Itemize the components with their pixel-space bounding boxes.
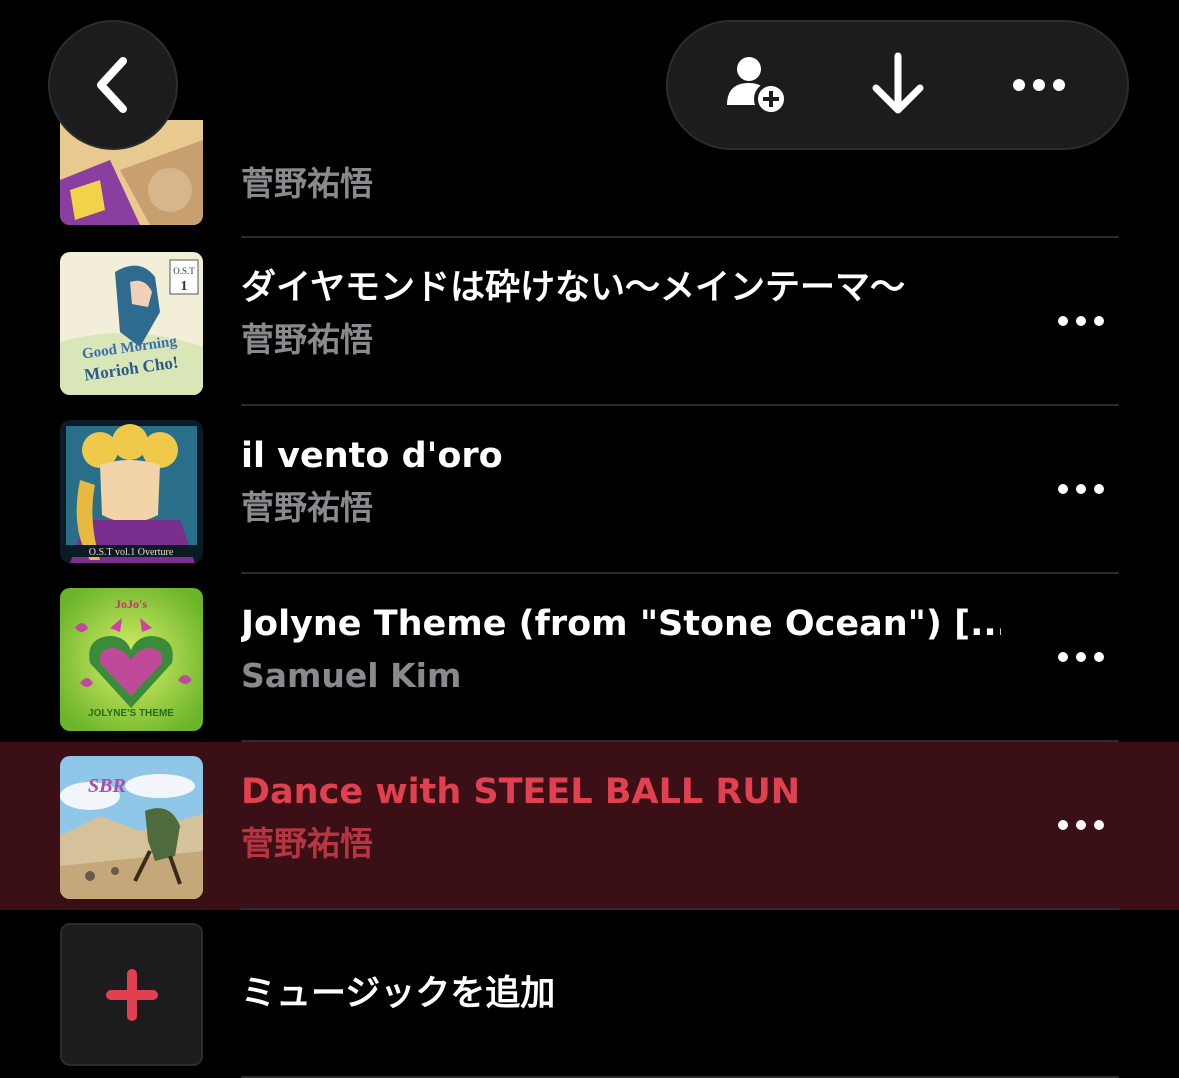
chevron-left-icon [97, 57, 127, 113]
track-title: ダイヤモンドは砕けない～メインテーマ～ [241, 268, 905, 308]
track-artist: 菅野祐悟 [241, 824, 373, 863]
svg-text:SBR: SBR [88, 775, 126, 797]
track-row[interactable]: O.S.T 1 Good Morning Morioh Cho! ダイヤモンドは… [0, 238, 1179, 406]
add-collaborator-button[interactable] [707, 35, 807, 135]
track-row-now-playing[interactable]: SBR Dance with STEEL BALL RUN 菅野祐悟 [0, 742, 1179, 910]
track-artist: 菅野祐悟 [241, 488, 373, 527]
more-options-button[interactable] [1058, 306, 1104, 336]
back-button[interactable] [48, 20, 178, 150]
person-add-icon [726, 57, 788, 116]
track-row[interactable]: JoJo's JOLYNE'S THEME Jolyne Theme (from… [0, 574, 1179, 742]
more-options-button[interactable] [1058, 474, 1104, 504]
track-artist: 菅野祐悟 [241, 320, 373, 359]
album-art-jolyne: JoJo's JOLYNE'S THEME [60, 588, 203, 731]
ellipsis-icon [1012, 79, 1065, 91]
track-artist: Samuel Kim [241, 656, 462, 695]
album-art-morioh-cho: O.S.T 1 Good Morning Morioh Cho! [60, 252, 203, 395]
plus-icon [105, 968, 158, 1021]
album-art-giorno: O.S.T vol.1 Overture [60, 420, 203, 563]
track-artist: 菅野祐悟 [241, 164, 373, 203]
add-music-button[interactable] [60, 923, 203, 1066]
svg-text:O.S.T vol.1 Overture: O.S.T vol.1 Overture [89, 547, 174, 558]
svg-text:1: 1 [181, 279, 188, 294]
more-options-button[interactable] [989, 35, 1089, 135]
track-title: Jolyne Theme (from "Stone Ocean") [... [241, 604, 1001, 644]
svg-text:JoJo's: JoJo's [115, 597, 147, 611]
add-music-label[interactable]: ミュージックを追加 [241, 972, 555, 1016]
track-title: il vento d'oro [241, 436, 503, 476]
track-title: Dance with STEEL BALL RUN [241, 772, 801, 812]
svg-text:JOLYNE'S THEME: JOLYNE'S THEME [88, 708, 174, 719]
more-options-button[interactable] [1058, 810, 1104, 840]
track-row[interactable]: O.S.T vol.1 Overture il vento d'oro 菅野祐悟 [0, 406, 1179, 574]
download-button[interactable] [848, 35, 948, 135]
album-art-steel-ball-run: SBR [60, 756, 203, 899]
more-options-button[interactable] [1058, 642, 1104, 672]
top-actions-bar [666, 20, 1129, 150]
svg-text:O.S.T: O.S.T [173, 266, 195, 276]
arrow-down-icon [872, 52, 923, 114]
separator [241, 908, 1119, 910]
